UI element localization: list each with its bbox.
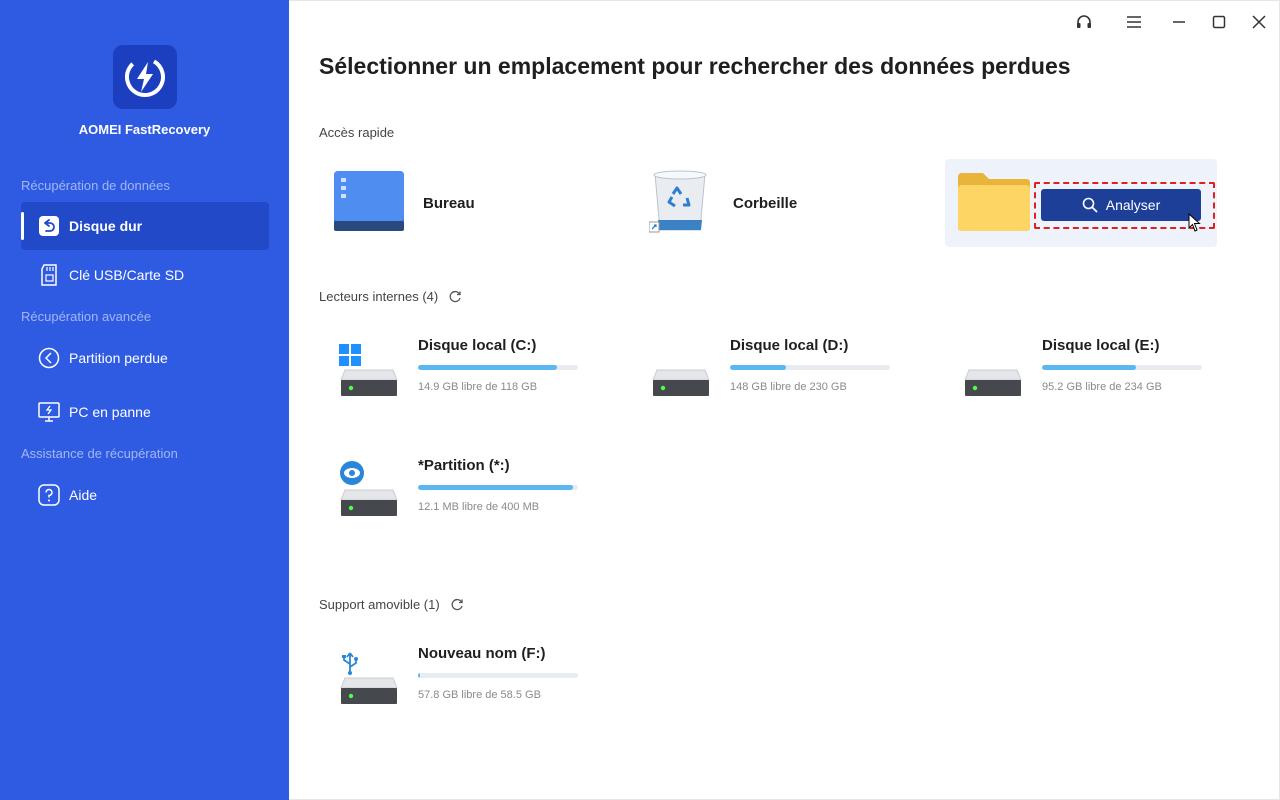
drive-name: Disque local (C:) [418, 337, 537, 354]
drive-name: *Partition (*:) [418, 457, 510, 474]
sidebar-item-usb-sd[interactable]: Clé USB/Carte SD [21, 251, 269, 299]
help-icon [37, 483, 61, 507]
close-icon[interactable] [1244, 9, 1274, 35]
support-headset-icon[interactable] [1069, 9, 1099, 35]
drive-usage-bar [418, 673, 578, 678]
hard-disk-icon [651, 344, 711, 400]
drive-free-space: 95.2 GB libre de 234 GB [1042, 381, 1162, 393]
sidebar-item-label: Aide [69, 487, 98, 503]
drive-free-space: 12.1 MB libre de 400 MB [418, 501, 540, 513]
search-icon [1082, 197, 1098, 213]
recycle-bin-icon [648, 168, 711, 239]
hidden-eye-icon [339, 460, 365, 491]
scan-button-label: Analyser [1105, 197, 1161, 213]
removable-label: Support amovible (1) [319, 597, 464, 612]
main-panel: Sélectionner un emplacement pour recherc… [289, 0, 1280, 800]
drive-free-space: 14.9 GB libre de 118 GB [418, 381, 538, 393]
drive-usage-bar [418, 485, 578, 490]
drive-card[interactable]: Nouveau nom (F:) 57.8 GB libre de 58.5 GB [319, 632, 589, 722]
sidebar-item-hard-drive[interactable]: Disque dur [21, 202, 269, 250]
drive-usage-fill [418, 485, 574, 490]
drive-usage-fill [418, 673, 420, 678]
drive-usage-fill [418, 365, 558, 370]
refresh-icon[interactable] [448, 290, 462, 304]
internal-drives-label-text: Lecteurs internes (4) [319, 289, 439, 304]
quick-access-recycle-bin[interactable]: Corbeille [629, 159, 901, 247]
drive-free-space: 57.8 GB libre de 58.5 GB [418, 689, 541, 701]
drive-usage-bar [730, 365, 890, 370]
drive-card[interactable]: *Partition (*:) 12.1 MB libre de 400 MB [319, 444, 589, 534]
drive-name: Disque local (E:) [1042, 337, 1160, 354]
drive-usage-bar [1042, 365, 1202, 370]
quick-access-recycle-bin-label: Corbeille [733, 194, 798, 212]
drive-card[interactable]: Disque local (C:) 14.9 GB libre de 118 GB [319, 324, 589, 414]
app-name: AOMEI FastRecovery [78, 122, 211, 137]
minimize-icon[interactable] [1164, 9, 1194, 35]
sidebar-item-label: Disque dur [69, 218, 143, 234]
lost-partition-icon [37, 346, 61, 370]
desktop-icon [333, 170, 405, 237]
hard-disk-icon [339, 652, 399, 708]
quick-access-desktop-label: Bureau [423, 194, 475, 212]
sidebar-item-help[interactable]: Aide [21, 471, 269, 519]
hard-disk-icon [339, 461, 399, 520]
drive-name: Nouveau nom (F:) [418, 645, 546, 662]
sidebar-item-label: PC en panne [69, 404, 151, 420]
quick-access-label: Accès rapide [319, 125, 394, 140]
app-logo [113, 45, 177, 109]
scan-button[interactable]: Analyser [1041, 189, 1201, 221]
hard-drive-restore-icon [37, 214, 61, 238]
lightning-logo-icon [125, 57, 165, 97]
drive-usage-bar [418, 365, 578, 370]
quick-access-label-text: Accès rapide [319, 125, 395, 140]
hard-disk-icon [963, 344, 1023, 400]
folder-icon [957, 169, 1031, 238]
refresh-icon[interactable] [450, 598, 464, 612]
drive-name: Disque local (D:) [730, 337, 849, 354]
drive-usage-fill [1042, 365, 1137, 370]
windows-logo-icon [339, 344, 361, 371]
sidebar: AOMEI FastRecovery Récupération de donné… [0, 0, 289, 800]
drive-card[interactable]: Disque local (D:) 148 GB libre de 230 GB [631, 324, 901, 414]
internal-drives-label: Lecteurs internes (4) [319, 289, 462, 304]
crashed-pc-icon [37, 400, 61, 424]
section-advanced-recovery: Récupération avancée [21, 309, 152, 324]
sidebar-item-label: Clé USB/Carte SD [69, 267, 185, 283]
drive-free-space: 148 GB libre de 230 GB [730, 381, 847, 393]
sd-card-icon [37, 263, 61, 287]
menu-icon[interactable] [1119, 9, 1149, 35]
hard-disk-icon [339, 344, 399, 400]
maximize-icon[interactable] [1204, 9, 1234, 35]
drive-card[interactable]: Disque local (E:) 95.2 GB libre de 234 GB [943, 324, 1213, 414]
sidebar-item-label: Partition perdue [69, 350, 168, 366]
mouse-cursor-icon [1188, 213, 1201, 232]
drive-usage-fill [730, 365, 786, 370]
sidebar-item-lost-partition[interactable]: Partition perdue [21, 334, 269, 382]
removable-label-text: Support amovible (1) [319, 597, 440, 612]
usb-icon [339, 652, 361, 681]
quick-access-desktop[interactable]: Bureau [319, 159, 591, 247]
sidebar-item-crashed-pc[interactable]: PC en panne [21, 388, 269, 436]
section-data-recovery: Récupération de données [21, 178, 170, 193]
section-recovery-assistance: Assistance de récupération [21, 446, 178, 461]
page-title: Sélectionner un emplacement pour recherc… [319, 53, 1071, 79]
